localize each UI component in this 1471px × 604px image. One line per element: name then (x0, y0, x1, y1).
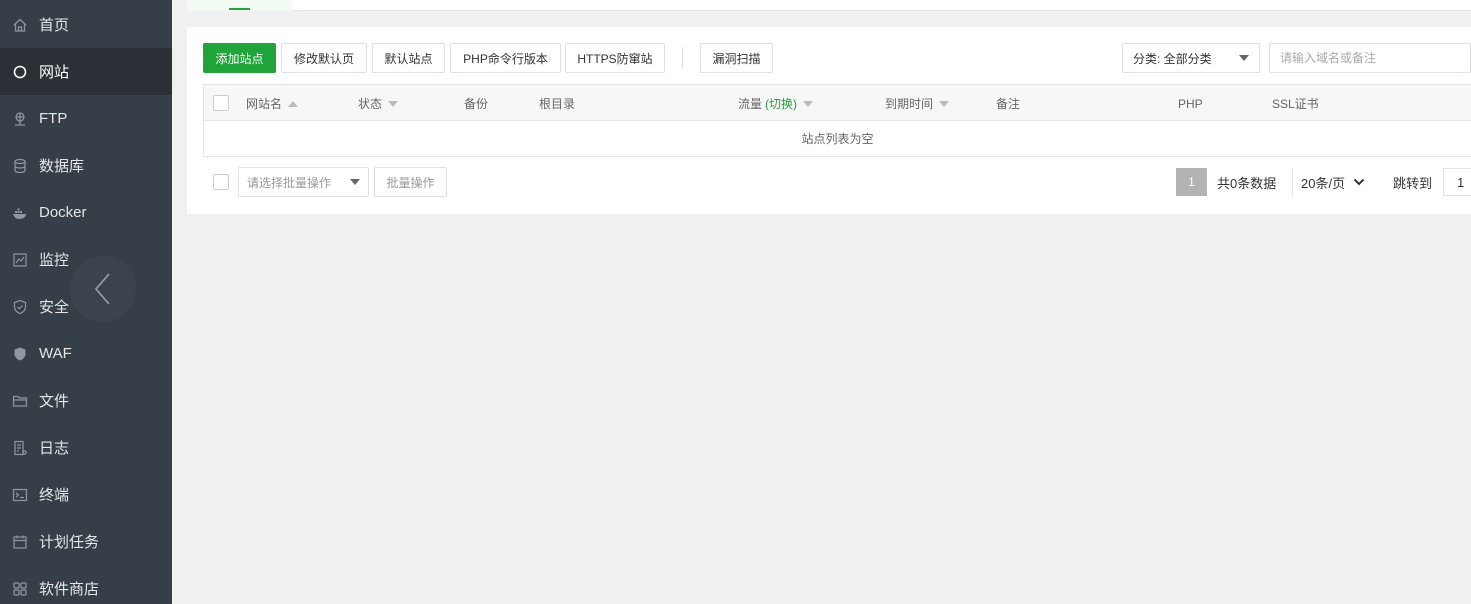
column-traffic[interactable]: 流量 (切换) (738, 85, 814, 122)
column-status-label: 状态 (358, 97, 383, 111)
table-empty-row: 站点列表为空 (203, 121, 1471, 157)
caret-down-icon (350, 179, 360, 185)
sort-down-icon (388, 100, 399, 107)
calendar-icon (12, 534, 28, 550)
column-ssl-label: SSL证书 (1272, 97, 1319, 111)
php-cli-version-button[interactable]: PHP命令行版本 (450, 43, 561, 73)
tab-active-indicator (229, 8, 250, 10)
tab-active[interactable] (187, 0, 292, 11)
column-php: PHP (1178, 85, 1203, 122)
globe-icon (12, 64, 28, 80)
sidebar-item-label: 软件商店 (39, 581, 100, 598)
sidebar-item-label: 安全 (39, 299, 70, 316)
search-input[interactable] (1269, 43, 1471, 73)
sidebar-item-home[interactable]: 首页 (0, 1, 172, 48)
sidebar-item-label: 终端 (39, 487, 70, 504)
sidebar-item-label: 文件 (39, 393, 70, 410)
column-status[interactable]: 状态 (358, 85, 399, 122)
chevron-left-icon (94, 273, 110, 305)
sidebar-item-label: 网站 (39, 64, 70, 81)
page-jump-input[interactable] (1443, 168, 1471, 196)
column-ssl: SSL证书 (1272, 85, 1319, 122)
column-remark: 备注 (996, 85, 1020, 122)
vuln-scan-button[interactable]: 漏洞扫描 (700, 43, 773, 73)
sidebar-item-label: 日志 (39, 440, 70, 457)
shield-icon (12, 299, 28, 315)
edit-default-page-button[interactable]: 修改默认页 (281, 43, 367, 73)
footer-select-all-checkbox[interactable] (213, 174, 229, 190)
page-size-value: 20条/页 (1301, 175, 1346, 191)
add-site-button[interactable]: 添加站点 (203, 43, 276, 73)
sidebar-item-label: Docker (39, 204, 87, 221)
sidebar-item-label: 监控 (39, 252, 70, 269)
sidebar-item-label: 数据库 (39, 158, 85, 175)
column-backup-label: 备份 (464, 97, 489, 111)
toolbar-divider (682, 47, 683, 69)
sidebar-item-logs[interactable]: 日志 (0, 424, 172, 471)
apps-icon (12, 581, 28, 597)
table-header: 网站名 状态 备份 根目录 流量 (切换) 到期时间 备注 PHP SSL证书 (203, 84, 1471, 121)
top-tab-bar (187, 0, 1471, 11)
default-site-button[interactable]: 默认站点 (372, 43, 445, 73)
log-icon (12, 440, 28, 456)
sidebar-item-website[interactable]: 网站 (0, 48, 172, 95)
column-expire-time-label: 到期时间 (885, 97, 934, 111)
batch-action-button[interactable]: 批量操作 (374, 167, 447, 197)
caret-down-icon (1239, 55, 1249, 61)
sidebar-item-terminal[interactable]: 终端 (0, 471, 172, 518)
terminal-icon (12, 487, 28, 503)
batch-action-select[interactable]: 请选择批量操作 (238, 167, 369, 197)
chevron-down-icon (1353, 178, 1365, 186)
page-size-select[interactable]: 20条/页 (1292, 168, 1377, 196)
monitor-icon (12, 252, 28, 268)
pagination-current-page[interactable]: 1 (1176, 168, 1207, 196)
category-select[interactable]: 分类: 全部分类 (1122, 43, 1260, 73)
pagination-total: 共0条数据 (1217, 175, 1277, 191)
column-remark-label: 备注 (996, 97, 1021, 111)
category-select-value: 分类: 全部分类 (1133, 51, 1212, 66)
sidebar-item-label: WAF (39, 345, 72, 362)
column-traffic-label: 流量 (738, 97, 763, 111)
column-root-dir-label: 根目录 (539, 97, 576, 111)
site-list-card: 添加站点 修改默认页 默认站点 PHP命令行版本 HTTPS防窜站 漏洞扫描 分… (187, 27, 1471, 214)
sidebar-item-label: 计划任务 (39, 534, 100, 551)
sidebar-item-label: 首页 (39, 17, 70, 34)
sidebar-item-ftp[interactable]: FTP (0, 95, 172, 142)
batch-action-placeholder: 请选择批量操作 (247, 175, 332, 190)
empty-state-text: 站点列表为空 (801, 132, 874, 146)
sidebar-item-app-store[interactable]: 软件商店 (0, 565, 172, 604)
column-backup: 备份 (464, 85, 488, 122)
column-php-label: PHP (1178, 96, 1203, 111)
sidebar-item-docker[interactable]: Docker (0, 189, 172, 236)
sidebar-item-label: FTP (39, 110, 68, 127)
column-expire-time[interactable]: 到期时间 (885, 85, 950, 122)
ftp-icon (12, 111, 28, 127)
database-icon (12, 158, 28, 174)
column-site-name-label: 网站名 (246, 97, 283, 111)
docker-icon (12, 205, 28, 221)
https-anti-tamper-button[interactable]: HTTPS防窜站 (565, 43, 665, 73)
home-icon (12, 17, 28, 33)
sort-up-icon (288, 100, 299, 107)
sidebar-item-cron[interactable]: 计划任务 (0, 518, 172, 565)
sort-down-icon (939, 100, 950, 107)
sidebar-collapse-button[interactable] (70, 256, 136, 322)
waf-icon (12, 346, 28, 362)
page-jump-label: 跳转到 (1393, 175, 1433, 191)
sidebar-item-files[interactable]: 文件 (0, 377, 172, 424)
folder-icon (12, 393, 28, 409)
column-site-name[interactable]: 网站名 (246, 85, 299, 122)
select-all-checkbox[interactable] (213, 95, 229, 111)
sidebar-item-waf[interactable]: WAF (0, 330, 172, 377)
column-root-dir: 根目录 (539, 85, 575, 122)
sort-down-icon (803, 100, 814, 107)
sidebar-item-database[interactable]: 数据库 (0, 142, 172, 189)
traffic-toggle-link[interactable]: (切换) (765, 95, 797, 112)
